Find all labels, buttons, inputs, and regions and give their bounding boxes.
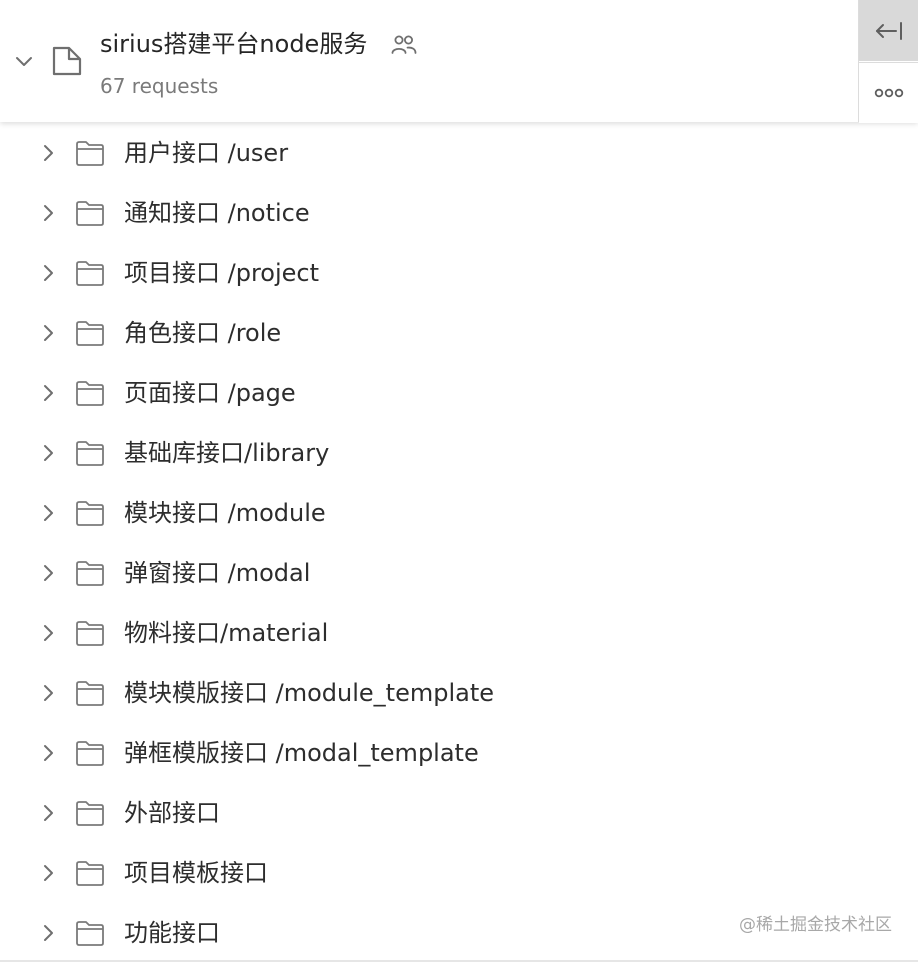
request-count: 67 requests xyxy=(100,74,219,98)
folder-label: 通知接口 /notice xyxy=(124,199,310,227)
chevron-right-icon[interactable] xyxy=(38,263,58,283)
more-actions-button[interactable] xyxy=(859,62,918,123)
folder-item[interactable]: 通知接口 /notice xyxy=(0,184,918,244)
folder-item[interactable]: 弹窗接口 /modal xyxy=(0,544,918,604)
folder-icon xyxy=(76,261,104,286)
folder-item[interactable]: 弹框模版接口 /modal_template xyxy=(0,724,918,784)
folder-icon xyxy=(76,201,104,226)
chevron-down-icon[interactable] xyxy=(13,50,35,72)
collection-header[interactable]: sirius搭建平台node服务 67 requests xyxy=(0,0,918,123)
chevron-right-icon[interactable] xyxy=(38,383,58,403)
collapse-left-icon xyxy=(875,21,902,40)
folder-label: 模块接口 /module xyxy=(124,499,326,527)
collection-actions xyxy=(858,0,918,123)
folder-icon xyxy=(76,381,104,406)
folder-icon xyxy=(76,741,104,766)
folder-item[interactable]: 外部接口 xyxy=(0,784,918,844)
folder-icon xyxy=(76,561,104,586)
folder-label: 模块模版接口 /module_template xyxy=(124,679,494,707)
folder-label: 基础库接口/library xyxy=(124,439,330,467)
folder-item[interactable]: 项目模板接口 xyxy=(0,844,918,904)
folder-label: 项目模板接口 xyxy=(124,859,268,887)
folder-icon xyxy=(76,141,104,166)
folder-icon xyxy=(76,441,104,466)
chevron-right-icon[interactable] xyxy=(38,323,58,343)
chevron-right-icon[interactable] xyxy=(38,863,58,883)
folder-label: 弹框模版接口 /modal_template xyxy=(124,739,479,767)
folder-icon xyxy=(76,321,104,346)
folder-item[interactable]: 模块模版接口 /module_template xyxy=(0,664,918,724)
folder-item[interactable]: 项目接口 /project xyxy=(0,244,918,304)
chevron-right-icon[interactable] xyxy=(38,563,58,583)
folder-item[interactable]: 角色接口 /role xyxy=(0,304,918,364)
more-horizontal-icon xyxy=(874,88,903,98)
folder-icon xyxy=(76,621,104,646)
folder-label: 弹窗接口 /modal xyxy=(124,559,311,587)
chevron-right-icon[interactable] xyxy=(38,743,58,763)
folder-icon xyxy=(76,861,104,886)
folder-item[interactable]: 页面接口 /page xyxy=(0,364,918,424)
folder-list: 用户接口 /user 通知接口 /notice 项目接口 /project 角色… xyxy=(0,124,918,964)
folder-label: 角色接口 /role xyxy=(124,319,282,347)
folder-item[interactable]: 物料接口/material xyxy=(0,604,918,664)
folder-label: 项目接口 /project xyxy=(124,259,320,287)
chevron-right-icon[interactable] xyxy=(38,803,58,823)
chevron-right-icon[interactable] xyxy=(38,203,58,223)
folder-label: 功能接口 xyxy=(124,919,220,947)
folder-item[interactable]: 用户接口 /user xyxy=(0,124,918,184)
collapse-sidebar-button[interactable] xyxy=(859,0,918,61)
folder-icon xyxy=(76,801,104,826)
folder-icon xyxy=(76,921,104,946)
folder-label: 页面接口 /page xyxy=(124,379,296,407)
collection-title[interactable]: sirius搭建平台node服务 xyxy=(100,28,367,60)
folder-icon xyxy=(76,681,104,706)
chevron-right-icon[interactable] xyxy=(38,503,58,523)
folder-label: 物料接口/material xyxy=(124,619,329,647)
folder-label: 用户接口 /user xyxy=(124,139,289,167)
chevron-right-icon[interactable] xyxy=(38,683,58,703)
folder-icon xyxy=(76,501,104,526)
folder-item[interactable]: 基础库接口/library xyxy=(0,424,918,484)
folder-label: 外部接口 xyxy=(124,799,220,827)
chevron-right-icon[interactable] xyxy=(38,623,58,643)
chevron-right-icon[interactable] xyxy=(38,923,58,943)
chevron-right-icon[interactable] xyxy=(38,443,58,463)
folder-item[interactable]: 模块接口 /module xyxy=(0,484,918,544)
collection-icon xyxy=(52,46,82,76)
chevron-right-icon[interactable] xyxy=(38,143,58,163)
watermark: @稀土掘金技术社区 xyxy=(739,915,892,935)
team-icon xyxy=(391,35,417,54)
